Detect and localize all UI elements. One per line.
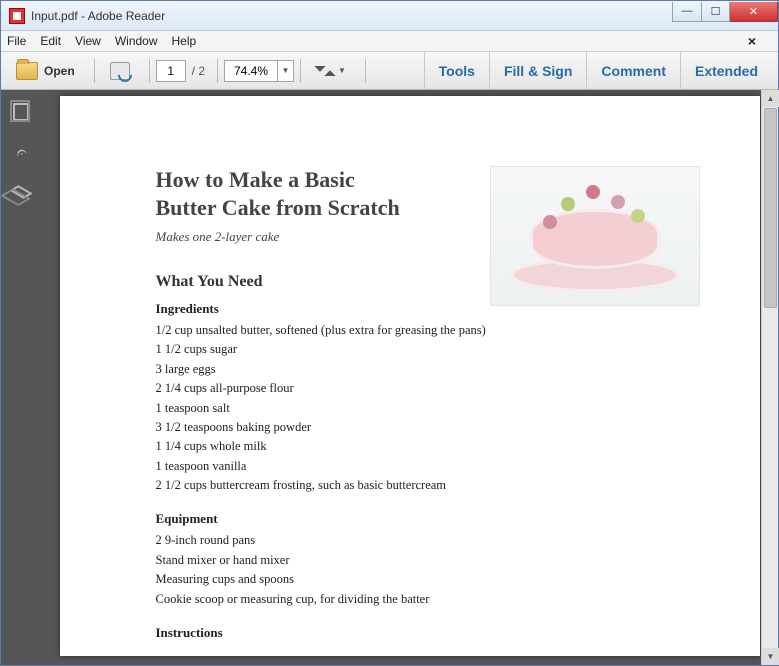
separator	[365, 59, 366, 83]
document-viewport[interactable]: How to Make a Basic Butter Cake from Scr…	[41, 90, 778, 665]
list-item: 1 teaspoon salt	[156, 399, 760, 418]
chevron-down-icon[interactable]: ▼	[338, 66, 346, 75]
list-item: 2 1/4 cups all-purpose flour	[156, 379, 760, 398]
menubar-close-icon[interactable]: ×	[748, 33, 756, 49]
app-icon	[9, 8, 25, 24]
scrollbar[interactable]: ▲ ▼	[761, 90, 778, 665]
zoom-value[interactable]	[225, 64, 277, 78]
expand-icon	[316, 62, 334, 80]
open-button[interactable]: Open	[7, 57, 84, 85]
list-item: 2 9-inch round pans	[156, 531, 760, 550]
separator	[217, 59, 218, 83]
equipment-list: 2 9-inch round pans Stand mixer or hand …	[156, 531, 760, 609]
toolbar: Open / 2 ▼ ▼ Tools Fill & Sign Comment E…	[1, 52, 778, 90]
page-navigator: / 2	[156, 60, 211, 82]
zoom-control[interactable]: ▼	[224, 60, 294, 82]
page-input[interactable]	[156, 60, 186, 82]
cake-image	[490, 166, 700, 306]
attachments-icon[interactable]: 𝄐	[8, 139, 34, 165]
list-item: Measuring cups and spoons	[156, 570, 760, 589]
window-title: Input.pdf - Adobe Reader	[31, 9, 672, 23]
separator	[149, 59, 150, 83]
close-button[interactable]: ✕	[730, 2, 778, 22]
scroll-thumb[interactable]	[764, 108, 777, 308]
ingredients-list: 1/2 cup unsalted butter, softened (plus …	[156, 321, 760, 495]
list-item: 3 large eggs	[156, 360, 760, 379]
scroll-up-icon[interactable]: ▲	[762, 90, 779, 107]
fit-button[interactable]: ▼	[307, 57, 355, 85]
equipment-heading: Equipment	[156, 511, 760, 527]
work-area: 𝄐 How to Make a Basic Butter Cake from S…	[1, 90, 778, 665]
menu-bar: File Edit View Window Help ×	[1, 31, 778, 52]
doc-title: How to Make a Basic Butter Cake from Scr…	[156, 166, 416, 221]
list-item: Stand mixer or hand mixer	[156, 551, 760, 570]
instructions-heading: Instructions	[156, 625, 760, 641]
list-item: Cookie scoop or measuring cup, for divid…	[156, 590, 760, 609]
separator	[300, 59, 301, 83]
folder-icon	[16, 62, 38, 80]
convert-button[interactable]	[101, 57, 139, 85]
menu-help[interactable]: Help	[172, 34, 197, 48]
list-item: 1/2 cup unsalted butter, softened (plus …	[156, 321, 760, 340]
scroll-down-icon[interactable]: ▼	[762, 648, 779, 665]
pdf-page: How to Make a Basic Butter Cake from Scr…	[60, 96, 760, 656]
menu-file[interactable]: File	[7, 34, 26, 48]
minimize-button[interactable]: —	[672, 2, 702, 22]
side-panel: 𝄐	[1, 90, 41, 665]
list-item: 1 1/4 cups whole milk	[156, 437, 760, 456]
title-bar: Input.pdf - Adobe Reader — ☐ ✕	[1, 1, 778, 31]
convert-icon	[110, 62, 130, 80]
page-total: / 2	[192, 64, 205, 78]
tools-button[interactable]: Tools	[424, 52, 489, 90]
list-item: 1 teaspoon vanilla	[156, 457, 760, 476]
list-item: 1 1/2 cups sugar	[156, 340, 760, 359]
comment-button[interactable]: Comment	[586, 52, 680, 90]
open-label: Open	[44, 64, 75, 78]
list-item: 2 1/2 cups buttercream frosting, such as…	[156, 476, 760, 495]
menu-window[interactable]: Window	[115, 34, 158, 48]
layers-icon[interactable]	[11, 182, 31, 202]
extended-button[interactable]: Extended	[680, 52, 772, 90]
thumbnails-icon[interactable]	[11, 102, 31, 122]
separator	[94, 59, 95, 83]
list-item: 3 1/2 teaspoons baking powder	[156, 418, 760, 437]
maximize-button[interactable]: ☐	[702, 2, 730, 22]
zoom-dropdown-icon[interactable]: ▼	[277, 61, 293, 81]
menu-view[interactable]: View	[75, 34, 101, 48]
fill-sign-button[interactable]: Fill & Sign	[489, 52, 586, 90]
menu-edit[interactable]: Edit	[40, 34, 61, 48]
